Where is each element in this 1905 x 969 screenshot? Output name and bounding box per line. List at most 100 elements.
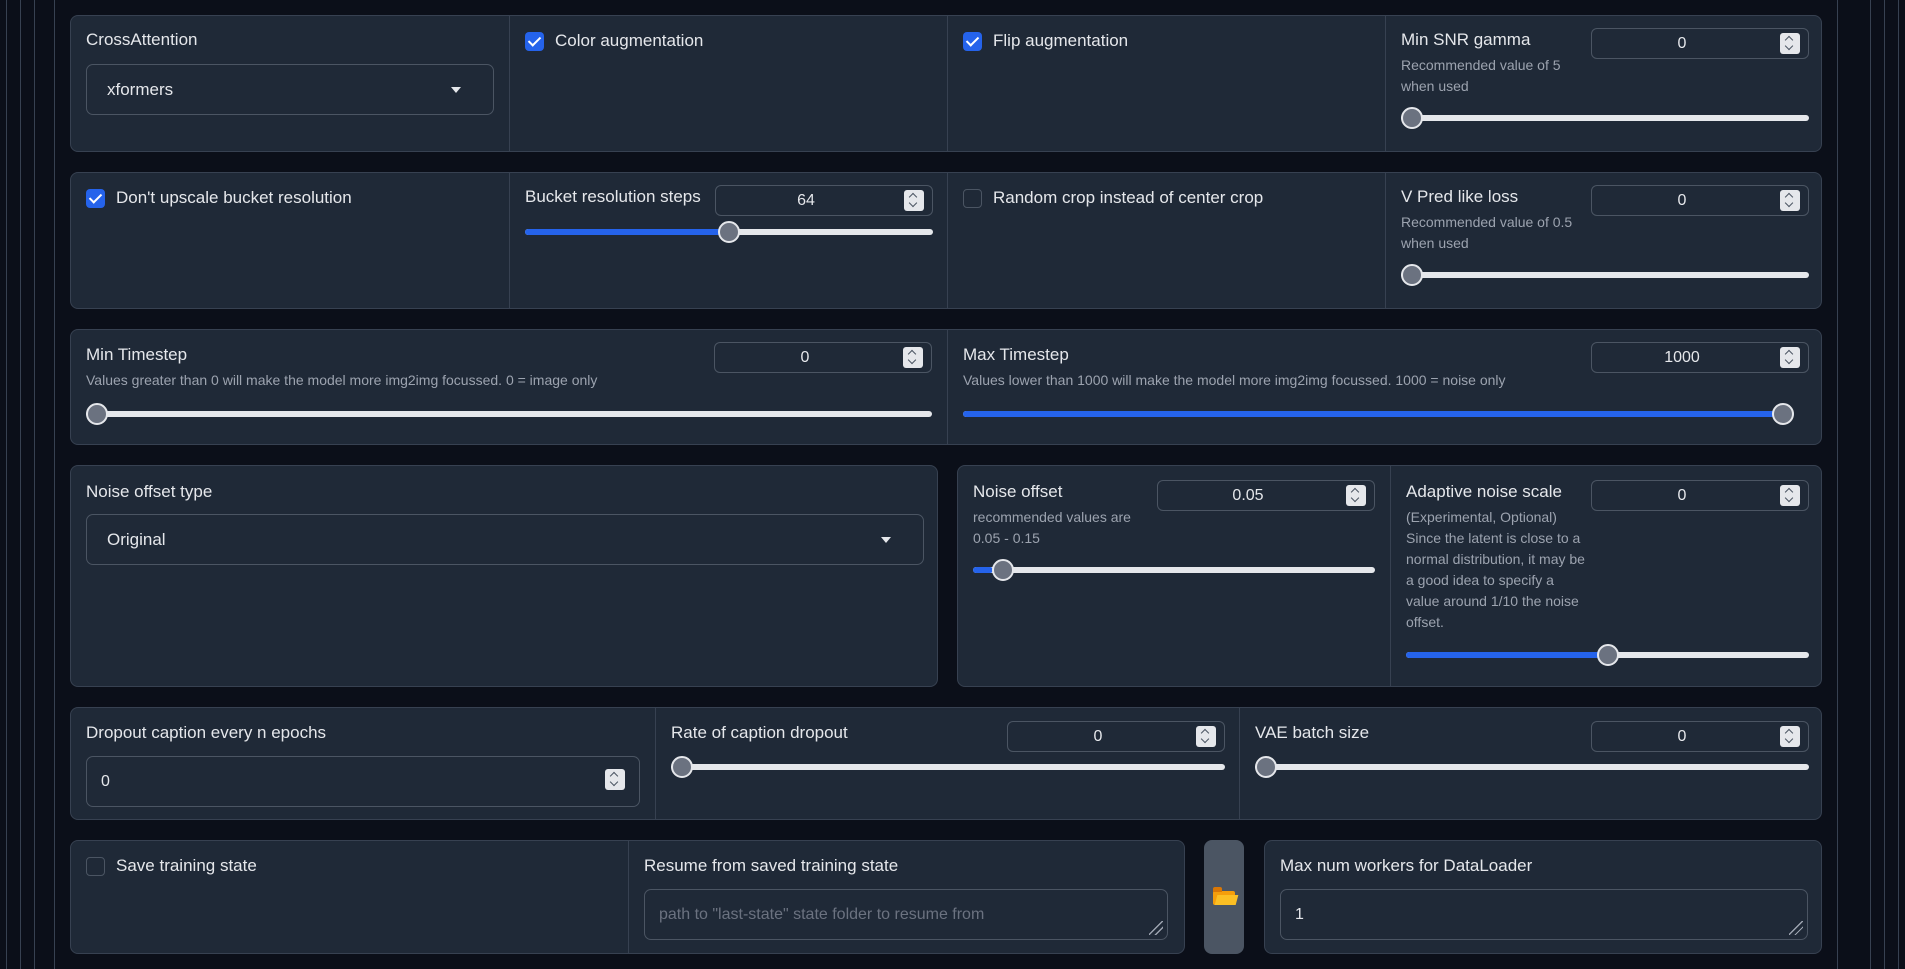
dropout-every-value: 0 <box>101 772 110 790</box>
min-timestep-slider[interactable] <box>86 403 932 425</box>
max-timestep-input[interactable]: 1000 <box>1591 342 1809 373</box>
stepper-icon[interactable] <box>1346 485 1366 506</box>
flip-augmentation-checkbox[interactable] <box>963 32 982 51</box>
chevron-down-icon <box>881 536 891 543</box>
bucket-steps-input[interactable]: 64 <box>715 185 933 216</box>
stepper-icon[interactable] <box>1780 190 1800 211</box>
v-pred-slider[interactable] <box>1401 264 1809 286</box>
slider-thumb[interactable] <box>1401 264 1423 286</box>
stepper-icon[interactable] <box>1196 726 1216 747</box>
slider-thumb[interactable] <box>671 756 693 778</box>
bucket-steps-slider[interactable] <box>525 221 933 243</box>
color-augmentation-checkbox[interactable] <box>525 32 544 51</box>
slider-thumb[interactable] <box>1401 107 1423 129</box>
save-state-cell: Save training state <box>71 841 628 953</box>
max-timestep-hint: Values lower than 1000 will make the mod… <box>963 372 1506 388</box>
noise-offset-slider[interactable] <box>973 559 1375 581</box>
adaptive-noise-hint: (Experimental, Optional) Since the laten… <box>1406 509 1585 630</box>
slider-thumb[interactable] <box>1255 756 1277 778</box>
min-snr-gamma-input[interactable]: 0 <box>1591 28 1809 59</box>
random-crop-cell: Random crop instead of center crop <box>947 173 1385 308</box>
stepper-icon[interactable] <box>1780 33 1800 54</box>
max-timestep-slider[interactable] <box>963 403 1794 425</box>
edge-line <box>1870 0 1871 969</box>
cross-attention-cell: CrossAttention xformers <box>71 16 509 151</box>
cross-attention-select[interactable]: xformers <box>86 64 494 115</box>
resize-grip-icon[interactable] <box>1149 921 1163 935</box>
stepper-icon[interactable] <box>605 769 625 790</box>
noise-offset-panel: Noise offset recommended values are 0.05… <box>957 465 1822 687</box>
max-workers-value: 1 <box>1295 905 1304 923</box>
noise-offset-type-label: Noise offset type <box>86 482 213 501</box>
v-pred-input[interactable]: 0 <box>1591 185 1809 216</box>
caption-dropout-rate-input[interactable]: 0 <box>1007 721 1225 752</box>
row-timestep: Min Timestep Values greater than 0 will … <box>70 329 1822 445</box>
noise-offset-input[interactable]: 0.05 <box>1157 480 1375 511</box>
stepper-icon[interactable] <box>1780 726 1800 747</box>
min-snr-gamma-cell: Min SNR gamma Recommended value of 5 whe… <box>1385 16 1821 151</box>
v-pred-hint: Recommended value of 0.5 when used <box>1401 214 1573 251</box>
vae-batch-slider[interactable] <box>1255 756 1809 778</box>
folder-open-button[interactable] <box>1204 840 1244 954</box>
v-pred-value: 0 <box>1677 192 1687 209</box>
chevron-down-icon <box>451 86 461 93</box>
stepper-icon[interactable] <box>904 190 924 211</box>
slider-thumb[interactable] <box>992 559 1014 581</box>
dropout-every-cell: Dropout caption every n epochs 0 <box>71 708 655 819</box>
slider-thumb[interactable] <box>718 221 740 243</box>
noise-offset-cell: Noise offset recommended values are 0.05… <box>958 466 1390 686</box>
stepper-icon[interactable] <box>1780 347 1800 368</box>
slider-thumb[interactable] <box>1596 644 1619 666</box>
resume-state-placeholder: path to "last-state" state folder to res… <box>659 905 985 923</box>
resume-state-label: Resume from saved training state <box>644 856 899 875</box>
adaptive-noise-value: 0 <box>1677 487 1687 504</box>
caption-dropout-rate-slider[interactable] <box>671 756 1225 778</box>
noise-offset-label: Noise offset <box>973 482 1063 501</box>
min-timestep-input[interactable]: 0 <box>714 342 932 373</box>
color-augmentation-label: Color augmentation <box>555 31 704 50</box>
v-pred-label: V Pred like loss <box>1401 187 1519 206</box>
edge-line <box>54 0 55 969</box>
adaptive-noise-cell: Adaptive noise scale (Experimental, Opti… <box>1390 466 1821 686</box>
bucket-steps-value: 64 <box>797 192 815 209</box>
color-augmentation-cell: Color augmentation <box>509 16 947 151</box>
slider-thumb[interactable] <box>86 403 108 425</box>
edge-line <box>1884 0 1885 969</box>
max-workers-input[interactable]: 1 <box>1280 889 1808 940</box>
resume-state-cell: Resume from saved training state path to… <box>628 841 1184 953</box>
random-crop-checkbox[interactable] <box>963 189 982 208</box>
noise-offset-type-panel: Noise offset type Original <box>70 465 938 687</box>
caption-dropout-rate-value: 0 <box>1093 728 1103 745</box>
dropout-every-input[interactable]: 0 <box>86 756 640 807</box>
save-state-checkbox[interactable] <box>86 857 105 876</box>
adaptive-noise-input[interactable]: 0 <box>1591 480 1809 511</box>
cross-attention-label: CrossAttention <box>86 30 198 49</box>
stepper-icon[interactable] <box>1780 485 1800 506</box>
min-timestep-label: Min Timestep <box>86 345 188 364</box>
edge-line <box>1898 0 1899 969</box>
resume-state-input[interactable]: path to "last-state" state folder to res… <box>644 889 1168 940</box>
adaptive-noise-slider[interactable] <box>1406 644 1809 666</box>
slider-thumb[interactable] <box>1772 403 1794 425</box>
adaptive-noise-label: Adaptive noise scale <box>1406 482 1562 501</box>
min-snr-gamma-hint: Recommended value of 5 when used <box>1401 57 1561 94</box>
bucket-steps-cell: Bucket resolution steps 64 <box>509 173 947 308</box>
max-workers-label: Max num workers for DataLoader <box>1280 856 1533 875</box>
dont-upscale-checkbox[interactable] <box>86 189 105 208</box>
v-pred-cell: V Pred like loss Recommended value of 0.… <box>1385 173 1821 308</box>
min-snr-gamma-slider[interactable] <box>1401 107 1809 129</box>
edge-line <box>6 0 7 969</box>
row-training-state: Save training state Resume from saved tr… <box>70 840 1185 954</box>
noise-offset-hint: recommended values are 0.05 - 0.15 <box>973 509 1131 546</box>
vae-batch-label: VAE batch size <box>1255 723 1370 742</box>
random-crop-label: Random crop instead of center crop <box>993 188 1264 207</box>
edge-line <box>34 0 35 969</box>
min-timestep-cell: Min Timestep Values greater than 0 will … <box>71 330 947 444</box>
vae-batch-input[interactable]: 0 <box>1591 721 1809 752</box>
noise-offset-type-value: Original <box>107 529 166 549</box>
edge-line <box>1837 0 1838 969</box>
stepper-icon[interactable] <box>903 347 923 368</box>
vae-batch-cell: VAE batch size 0 <box>1239 708 1821 819</box>
resize-grip-icon[interactable] <box>1789 921 1803 935</box>
noise-offset-type-select[interactable]: Original <box>86 514 924 565</box>
